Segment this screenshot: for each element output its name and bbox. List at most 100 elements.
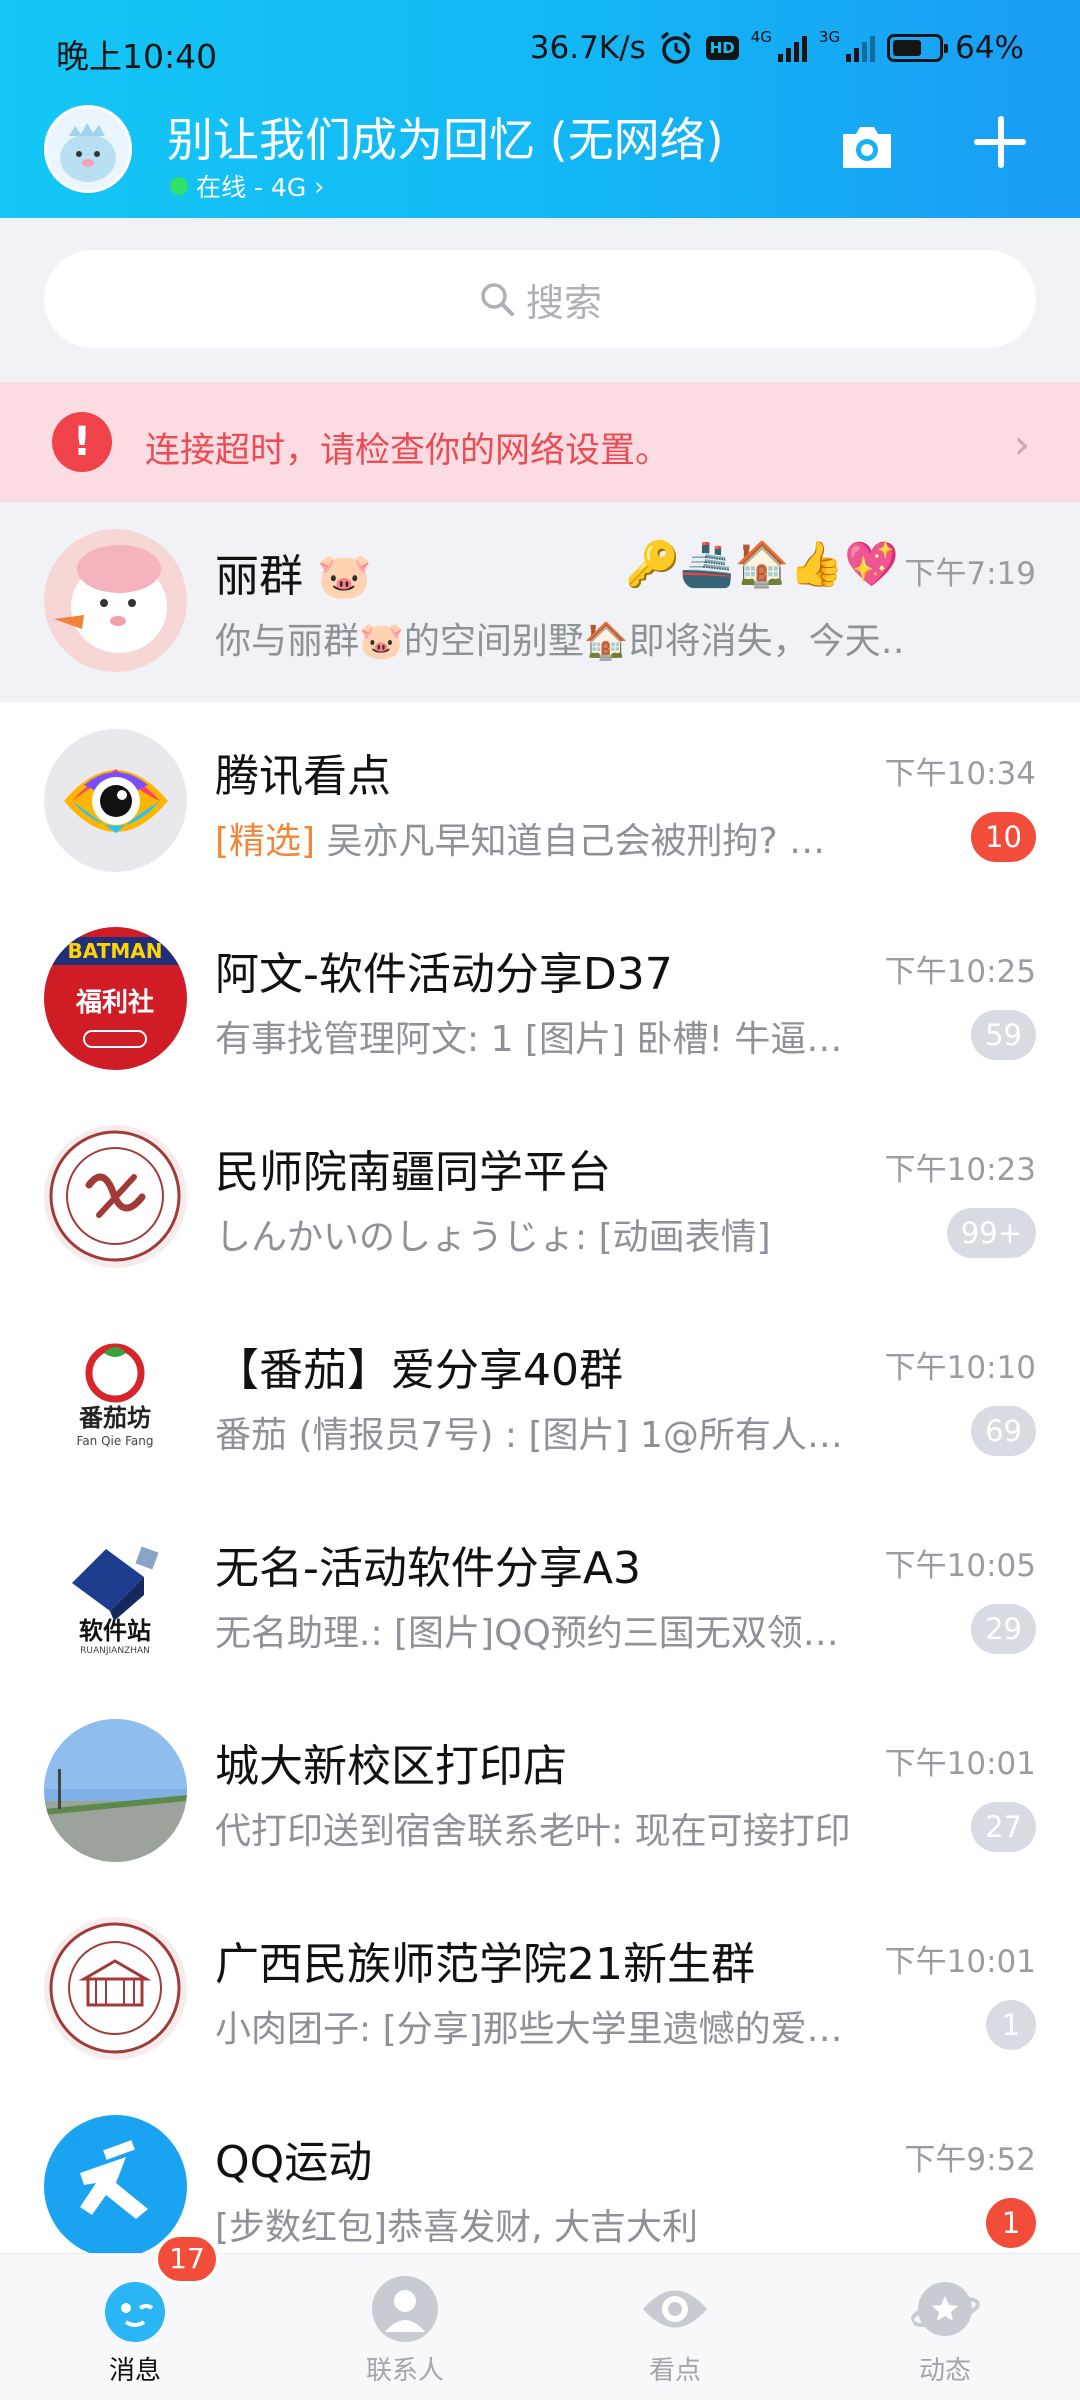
online-status[interactable]: 在线 - 4G › [170,168,324,204]
status-bar: 晚上10:40 36.7K/s HD 4G 3G 64% [0,0,1080,100]
chat-preview: 无名助理.: [图片]QQ预约三国无双领… [215,1613,839,1654]
nav-label: 消息 [108,2356,161,2386]
user-avatar[interactable] [44,105,132,193]
avatar: 番茄坊 Fan Qie Fang [44,1323,187,1466]
avatar [44,2115,187,2258]
unread-badge: 69 [971,1406,1036,1456]
avatar: BATMAN 福利社 [44,927,187,1070]
chat-item-wuming-software[interactable]: 软件站 RUANJIANZHAN 无名-活动软件分享A3 下午10:05 无名助… [0,1494,1080,1692]
chat-time: 下午10:01 [884,1746,1036,1782]
nav-label: 动态 [918,2356,971,2386]
online-status-text: 在线 - 4G [196,173,307,202]
interaction-emoji-badges: 🔑🚢🏠👍💖 [625,539,899,590]
search-placeholder: 搜索 [525,280,602,325]
search-input[interactable]: 搜索 [44,250,1036,348]
unread-badge: 1 [986,2198,1036,2248]
chat-item-minshiyuan-nanjiang[interactable]: 民师院南疆同学平台 下午10:23 しんかいのしょうじょ: [动画表情] 99+ [0,1098,1080,1296]
chat-time: 下午7:19 [904,556,1036,592]
battery-icon [887,34,949,62]
ruanjianzhan-pinyin: RUANJIANZHAN [80,1646,150,1656]
chat-time: 下午10:05 [884,1548,1036,1584]
unread-badge: 1 [986,2000,1036,2050]
tab-contacts[interactable]: 联系人 [270,2254,540,2400]
chat-name: 腾讯看点 [215,751,391,802]
messages-badge: 17 [155,2234,219,2284]
runner-icon [44,2115,187,2258]
alert-text: 连接超时，请检查你的网络设置。 [145,431,671,471]
chat-name: 民师院南疆同学平台 [215,1147,611,1198]
bottom-navigation: 17 消息 联系人 看点 动态 [0,2234,1080,2400]
contacts-icon [372,2276,438,2342]
chat-item-tencent-kandian[interactable]: 腾讯看点 下午10:34 [精选] 吴亦凡早知道自己会被刑拘? … 10 [0,702,1080,900]
chat-preview: 番茄 (情报员7号) : [图片] 1@所有人… [215,1415,843,1456]
chat-name: 丽群 🐷 [215,551,372,602]
avatar [44,1125,187,1268]
tab-kandian[interactable]: 看点 [540,2254,810,2400]
chat-time: 下午10:01 [884,1944,1036,1980]
search-area: 搜索 [0,218,1080,382]
tab-messages[interactable]: 17 消息 [0,2234,270,2400]
chat-list: 丽群 🐷 🔑🚢🏠👍💖 下午7:19 你与丽群🐷的空间别墅🏠即将消失，今天… 腾讯… [0,502,1080,2286]
fanqiefang-text: 番茄坊 [78,1404,151,1432]
unread-badge: 29 [971,1604,1036,1654]
chat-preview: 有事找管理阿文: 1 [图片] 卧槽! 牛逼… [215,1019,843,1060]
featured-tag: [精选] [215,821,316,862]
status-indicators: 36.7K/s HD 4G 3G 64% [529,28,1024,67]
network-speed: 36.7K/s [529,30,646,66]
chat-preview: しんかいのしょうじょ: [动画表情] [215,1217,771,1258]
signal-icon [777,34,807,62]
dinosaur-avatar-icon [47,108,129,190]
signal-icon-2 [846,34,876,62]
chat-time: 下午10:10 [884,1350,1036,1386]
batman-text: BATMAN [68,939,163,963]
avatar [44,1719,187,1862]
fulishe-text: 福利社 [75,987,154,1018]
account-title[interactable]: 别让我们成为回忆 (无网络) [167,104,724,170]
net-type-1: 4G [750,28,772,46]
unread-badge: 59 [971,1010,1036,1060]
chat-preview: 小肉团子: [分享]那些大学里遗憾的爱… [215,2009,843,2050]
chat-name: 广西民族师范学院21新生群 [215,1939,755,1990]
chevron-right-icon: › [1014,422,1030,468]
message-penguin-icon [105,2282,165,2342]
camera-button[interactable] [838,118,896,176]
chat-name: QQ运动 [215,2137,373,2188]
alarm-icon [660,31,691,64]
add-button[interactable] [970,112,1030,172]
chevron-right-icon: › [314,171,325,201]
nav-label: 看点 [648,2356,701,2386]
avatar: 软件站 RUANJIANZHAN [44,1521,187,1664]
chat-item-fanqie-share[interactable]: 番茄坊 Fan Qie Fang 【番茄】爱分享40群 下午10:10 番茄 (… [0,1296,1080,1494]
avatar [44,1917,187,2060]
chat-item-print-shop[interactable]: 城大新校区打印店 下午10:01 代打印送到宿舍联系老叶: 现在可接打印 27 [0,1692,1080,1890]
chat-preview: [精选] 吴亦凡早知道自己会被刑拘? … [215,821,826,862]
unread-badge: 99+ [946,1208,1036,1258]
nav-label: 联系人 [365,2356,444,2386]
chat-time: 下午9:52 [904,2142,1036,2178]
chat-time: 下午10:25 [884,954,1036,990]
fanqiefang-pinyin: Fan Qie Fang [77,1434,154,1448]
chat-time: 下午10:34 [884,756,1036,792]
chat-preview: 代打印送到宿舍联系老叶: 现在可接打印 [215,1811,851,1852]
unread-badge: 27 [971,1802,1036,1852]
eye-icon [643,2290,707,2328]
chat-preview: 你与丽群🐷的空间别墅🏠即将消失，今天… [215,621,905,662]
network-alert-banner[interactable]: ! 连接超时，请检查你的网络设置。 › [0,382,1080,502]
chat-item-guangxi-freshmen[interactable]: 广西民族师范学院21新生群 下午10:01 小肉团子: [分享]那些大学里遗憾的… [0,1890,1080,2088]
chat-name: 城大新校区打印店 [215,1741,567,1792]
chat-item-awen-software[interactable]: BATMAN 福利社 阿文-软件活动分享D37 下午10:25 有事找管理阿文:… [0,900,1080,1098]
chat-item-liqun[interactable]: 丽群 🐷 🔑🚢🏠👍💖 下午7:19 你与丽群🐷的空间别墅🏠即将消失，今天… [0,502,1080,702]
tab-moments[interactable]: 动态 [810,2254,1080,2400]
chat-name: 无名-活动软件分享A3 [215,1543,641,1594]
exclamation-icon: ! [52,412,112,472]
chat-preview: [步数红包]恭喜发财, 大吉大利 [215,2207,698,2248]
top-header: 晚上10:40 36.7K/s HD 4G 3G 64% 别让我们成为回忆 (无… [0,0,1080,218]
planet-star-icon [910,2282,980,2336]
pig-emoji: 🐷 [317,551,372,602]
hd-icon: HD [705,36,739,60]
unread-badge: 10 [971,812,1036,862]
net-type-2: 3G [818,28,841,46]
search-icon [481,283,514,316]
avatar [44,729,187,872]
ruanjianzhan-text: 软件站 [79,1617,151,1645]
